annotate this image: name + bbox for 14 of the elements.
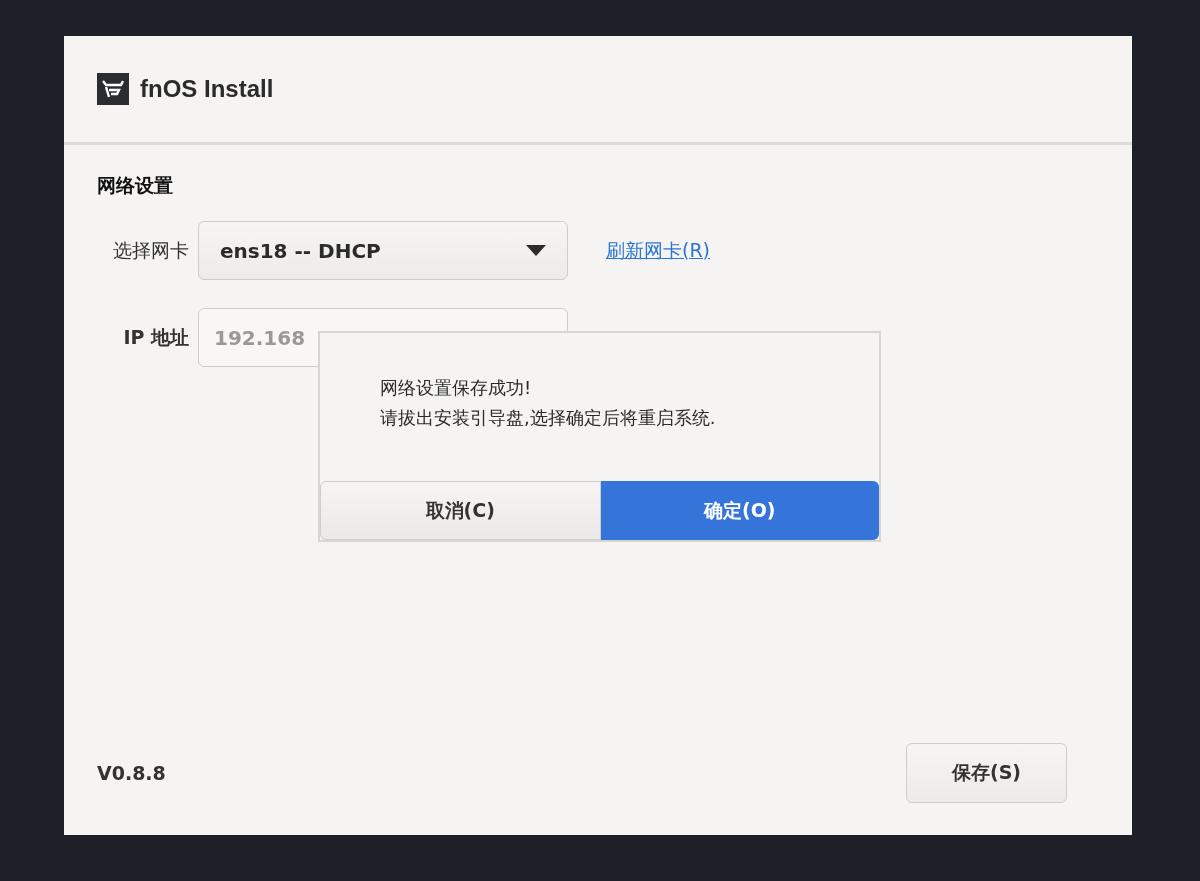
ip-label: IP 地址 [122, 324, 190, 350]
nic-label: 选择网卡 [112, 237, 190, 263]
logo-icon [97, 73, 129, 105]
dialog-button[interactable]: 取消(C) [320, 481, 601, 540]
window-title: fnOS Install [140, 75, 274, 103]
nic-dropdown[interactable]: ens18 -- DHCP [198, 221, 568, 280]
message-text: 网络设置保存成功! [380, 376, 533, 400]
message-text: 请拔出安装引导盘,选择确定后将重启系统. [380, 406, 717, 430]
version-label: V0.8.8 [97, 762, 166, 784]
save-button[interactable]: 保存(S) [906, 743, 1067, 803]
dialog-button[interactable]: 确定(O) [600, 481, 879, 540]
caret-icon [526, 245, 546, 256]
section-title: 网络设置 [97, 173, 174, 198]
refresh-link[interactable]: 刷新网卡(R) [606, 237, 711, 264]
